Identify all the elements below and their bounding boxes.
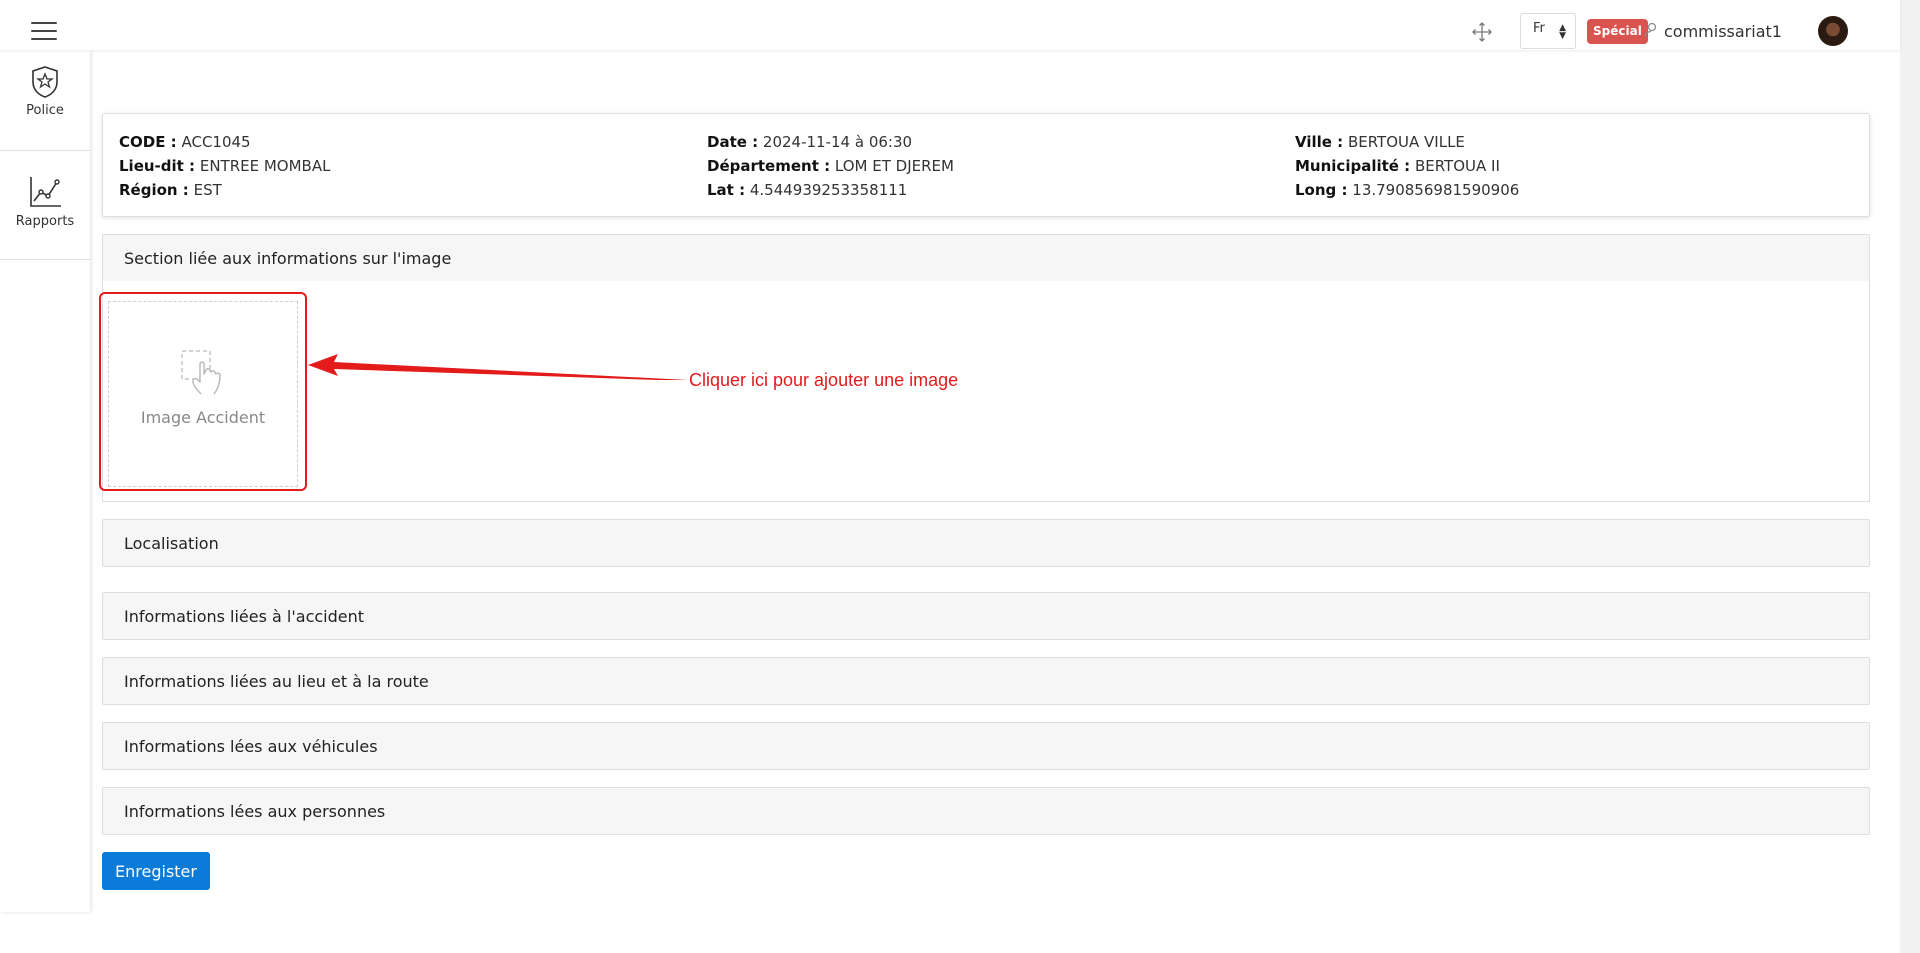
section-personnes[interactable]: Informations lées aux personnes xyxy=(102,787,1870,835)
annotation-highlight-frame xyxy=(99,292,307,491)
scrollbar[interactable] xyxy=(1900,0,1920,953)
sidebar-item-label: Rapports xyxy=(15,214,75,229)
info-row-region: Région : EST xyxy=(119,181,222,199)
info-row-ville: Ville : BERTOUA VILLE xyxy=(1295,133,1465,151)
annotation-hint-text: Cliquer ici pour ajouter une image xyxy=(689,370,959,390)
user-icon xyxy=(1644,22,1657,38)
section-title: Informations liées à l'accident xyxy=(124,607,365,626)
annotation-arrow-icon xyxy=(308,354,688,380)
info-column-3: Ville : BERTOUA VILLE Municipalité : BER… xyxy=(1295,130,1519,202)
hamburger-menu-icon[interactable] xyxy=(31,22,57,40)
save-button[interactable]: Enregister xyxy=(102,852,210,890)
info-row-code: CODE : ACC1045 xyxy=(119,133,251,151)
special-badge: Spécial xyxy=(1587,19,1648,44)
accident-summary-card: CODE : ACC1045 Lieu-dit : ENTREE MOMBAL … xyxy=(102,113,1870,217)
username[interactable]: commissariat1 xyxy=(1664,22,1782,41)
section-vehicules[interactable]: Informations lées aux véhicules xyxy=(102,722,1870,770)
language-select[interactable]: Fr ▲ ▼ xyxy=(1520,13,1576,49)
info-row-lieu-dit: Lieu-dit : ENTREE MOMBAL xyxy=(119,157,331,175)
section-image-body xyxy=(102,281,1870,502)
section-title: Informations lées aux véhicules xyxy=(124,737,378,756)
select-arrows-icon: ▲ ▼ xyxy=(1559,23,1566,41)
fullscreen-move-icon[interactable] xyxy=(1470,20,1494,44)
info-column-1: CODE : ACC1045 Lieu-dit : ENTREE MOMBAL … xyxy=(119,130,330,202)
info-row-municipalite: Municipalité : BERTOUA II xyxy=(1295,157,1500,175)
section-title: Localisation xyxy=(124,534,219,553)
divider xyxy=(0,259,90,260)
sidebar-item-police[interactable]: Police xyxy=(0,65,90,118)
section-lieu-route[interactable]: Informations liées au lieu et à la route xyxy=(102,657,1870,705)
section-image-header[interactable]: Section liée aux informations sur l'imag… xyxy=(102,234,1870,282)
sidebar-item-rapports[interactable]: Rapports xyxy=(0,174,90,229)
top-navbar: Fr ▲ ▼ Spécial commissariat1 xyxy=(0,0,1900,50)
info-row-lat: Lat : 4.544939253358111 xyxy=(707,181,908,199)
sidebar-item-label: Police xyxy=(26,103,64,118)
info-column-2: Date : 2024-11-14 à 06:30 Département : … xyxy=(707,130,954,202)
section-localisation[interactable]: Localisation xyxy=(102,519,1870,567)
section-title: Section liée aux informations sur l'imag… xyxy=(124,249,452,268)
section-title: Informations lées aux personnes xyxy=(124,802,386,821)
chart-line-icon xyxy=(30,177,61,207)
section-accident[interactable]: Informations liées à l'accident xyxy=(102,592,1870,640)
divider xyxy=(0,150,90,151)
info-row-departement: Département : LOM ET DJEREM xyxy=(707,157,954,175)
language-value: Fr xyxy=(1533,21,1545,36)
info-row-date: Date : 2024-11-14 à 06:30 xyxy=(707,133,913,151)
section-title: Informations liées au lieu et à la route xyxy=(124,672,429,691)
info-row-long: Long : 13.790856981590906 xyxy=(1295,181,1520,199)
sidebar: Police Rapports xyxy=(0,50,90,912)
shield-star-icon xyxy=(32,66,58,98)
avatar[interactable] xyxy=(1818,16,1848,46)
